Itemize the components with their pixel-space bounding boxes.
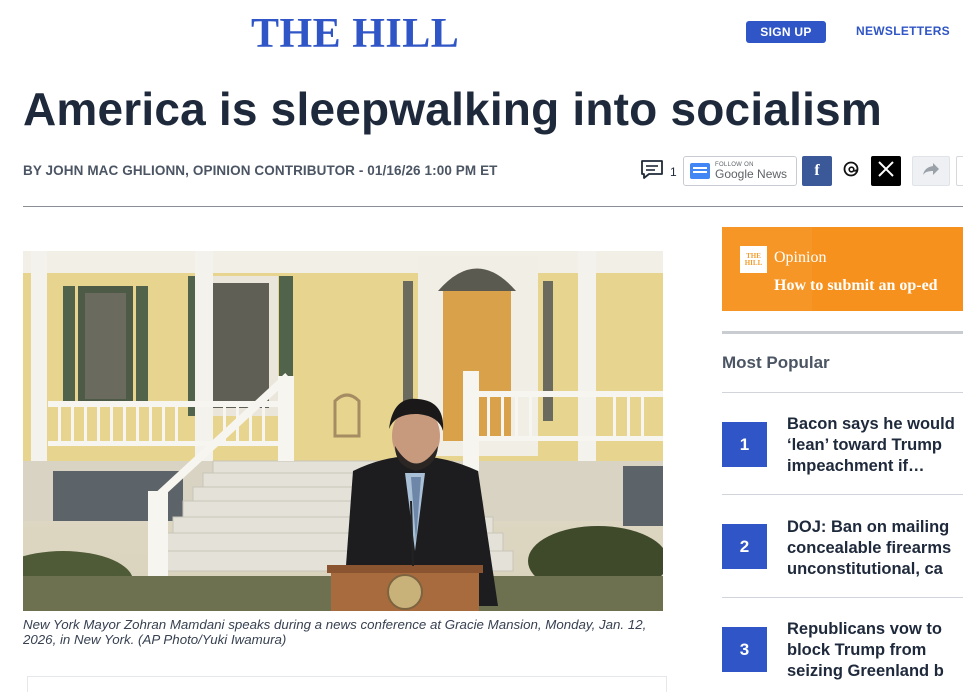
facebook-icon: f	[814, 162, 820, 179]
share-button[interactable]	[912, 156, 950, 186]
threads-share-button[interactable]	[836, 156, 866, 186]
article-byline: BY JOHN MAC GHLIONN, OPINION CONTRIBUTOR…	[23, 163, 498, 178]
threads-icon	[842, 160, 860, 183]
article-headline: America is sleepwalking into socialism	[23, 83, 882, 135]
popular-divider	[722, 494, 963, 495]
popular-rank-badge: 1	[722, 422, 767, 467]
google-news-button[interactable]: FOLLOW ON Google News	[683, 156, 797, 186]
banner-stripe	[722, 227, 812, 311]
submit-op-ed-link[interactable]: How to submit an op-ed	[774, 277, 938, 295]
sign-up-button[interactable]: SIGN UP	[746, 21, 826, 43]
opinion-title: Opinion	[774, 249, 827, 266]
site-logo[interactable]: THE HILL	[251, 10, 459, 58]
popular-title[interactable]: Republicans vow to block Trump from seiz…	[787, 619, 963, 682]
x-icon	[877, 160, 895, 183]
article-body-box	[27, 676, 667, 692]
comments-button[interactable]: 1	[640, 159, 677, 184]
popular-title[interactable]: DOJ: Ban on mailing concealable firearms…	[787, 517, 963, 580]
most-popular-heading: Most Popular	[722, 353, 830, 372]
header-divider	[23, 206, 963, 207]
google-news-label: Google News	[715, 167, 788, 181]
sidebar-divider	[722, 331, 963, 334]
popular-rank-badge: 3	[722, 627, 767, 672]
popular-title[interactable]: Bacon says he would ‘lean’ toward Trump …	[787, 414, 963, 477]
popular-rank-badge: 2	[722, 524, 767, 569]
google-news-icon	[690, 163, 710, 179]
article-photo[interactable]	[23, 251, 663, 611]
facebook-share-button[interactable]: f	[802, 156, 832, 186]
newsletters-link[interactable]: NEWSLETTERS	[856, 24, 950, 38]
most-popular-rule	[722, 392, 963, 393]
opinion-logo: THE HILL	[740, 246, 767, 273]
opinion-banner[interactable]: THE HILL Opinion How to submit an op-ed	[722, 227, 963, 311]
share-icon	[921, 161, 941, 182]
comment-icon	[640, 159, 664, 184]
more-share-button[interactable]	[956, 156, 963, 186]
comment-count: 1	[670, 164, 677, 179]
photo-illustration	[23, 251, 663, 611]
x-share-button[interactable]	[871, 156, 901, 186]
photo-caption: New York Mayor Zohran Mamdani speaks dur…	[23, 617, 647, 647]
popular-divider	[722, 597, 963, 598]
